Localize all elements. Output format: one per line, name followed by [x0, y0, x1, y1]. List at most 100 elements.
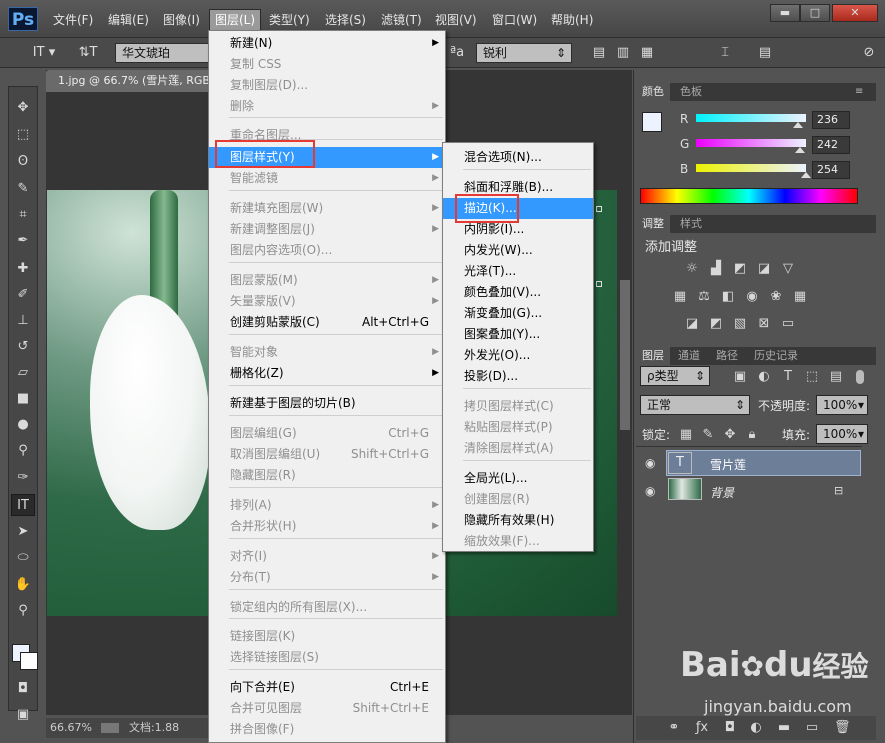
minimize-button[interactable]: ▬ [770, 4, 800, 22]
text-tool-preset-icon[interactable]: IT ▾ [24, 44, 64, 62]
history-brush-icon[interactable]: ↺ [11, 336, 35, 358]
brush-tool-icon[interactable]: ✐ [11, 284, 35, 306]
hand-tool-icon[interactable]: ✋ [11, 574, 35, 596]
r-value[interactable]: 236 [812, 111, 850, 129]
antialias-select[interactable]: 锐利 ⇕ [476, 43, 572, 63]
font-family-select[interactable]: 华文琥珀 [115, 43, 211, 63]
move-tool-icon[interactable]: ✥ [11, 97, 35, 119]
hue-saturation-icon[interactable]: ▦ [672, 290, 688, 304]
transform-handle[interactable] [596, 281, 602, 287]
visibility-eye-icon[interactable]: ◉ [645, 456, 655, 470]
r-slider-thumb[interactable] [792, 122, 803, 128]
layer-style-item[interactable]: 内发光(W)... [443, 240, 593, 261]
background-color[interactable] [20, 652, 38, 670]
curves-icon[interactable]: ◩ [732, 262, 748, 276]
eraser-tool-icon[interactable]: ▱ [11, 362, 35, 384]
gradient-map-icon[interactable]: ▭ [780, 317, 796, 331]
opacity-field[interactable]: 100% ▾ [816, 395, 868, 415]
layer-style-item[interactable]: 图案叠加(Y)... [443, 324, 593, 345]
tab-history[interactable]: 历史记录 [748, 347, 804, 365]
selective-color-icon[interactable]: ⊠ [756, 317, 772, 331]
channel-mixer-icon[interactable]: ❀ [768, 290, 784, 304]
menu-edit[interactable]: 编辑(E) [103, 10, 154, 30]
layer-style-item[interactable]: 全局光(L)... [443, 468, 593, 489]
blend-mode-select[interactable]: 正常 ⇕ [640, 395, 750, 415]
align-left-icon[interactable]: ▤ [588, 44, 610, 62]
stamp-tool-icon[interactable]: ⊥ [11, 310, 35, 332]
black-white-icon[interactable]: ◧ [720, 290, 736, 304]
color-fg-swatch[interactable] [642, 112, 662, 132]
layer-style-item[interactable]: 隐藏所有效果(H) [443, 510, 593, 531]
pen-tool-icon[interactable]: ✑ [11, 467, 35, 489]
lock-position-icon[interactable]: ✥ [722, 428, 738, 442]
healing-brush-icon[interactable]: ✚ [11, 258, 35, 280]
b-slider[interactable] [696, 164, 811, 178]
layer-menu-item[interactable]: 向下合并(E) Ctrl+E [209, 677, 445, 698]
tab-layers[interactable]: 图层 [636, 347, 670, 365]
layer-name[interactable]: 背景 [710, 484, 734, 501]
photo-filter-icon[interactable]: ◉ [744, 290, 760, 304]
tab-paths[interactable]: 路径 [710, 347, 744, 365]
fill-field[interactable]: 100% ▾ [816, 424, 868, 444]
close-button[interactable]: ✕ [832, 4, 878, 22]
threshold-icon[interactable]: ▧ [732, 317, 748, 331]
g-value[interactable]: 242 [812, 136, 850, 154]
status-preview-icon[interactable] [101, 723, 120, 733]
filter-smart-icon[interactable]: ▤ [828, 370, 844, 384]
type-tool-icon[interactable]: IT [11, 494, 35, 516]
layer-style-item[interactable]: 投影(D)... [443, 366, 593, 387]
text-orientation-icon[interactable]: ⇅T [76, 44, 100, 62]
align-right-icon[interactable]: ▦ [636, 44, 658, 62]
g-slider[interactable] [696, 139, 806, 153]
filter-pixel-icon[interactable]: ▣ [732, 370, 748, 384]
eyedropper-icon[interactable]: ✒ [11, 230, 35, 252]
align-center-icon[interactable]: ▥ [612, 44, 634, 62]
tab-channels[interactable]: 通道 [672, 347, 706, 365]
character-panel-icon[interactable]: ▤ [754, 44, 776, 62]
filter-adjust-icon[interactable]: ◐ [756, 370, 772, 384]
invert-icon[interactable]: ◪ [684, 317, 700, 331]
vibrance-icon[interactable]: ▽ [780, 262, 796, 276]
color-lookup-icon[interactable]: ▦ [792, 290, 808, 304]
layer-row-text[interactable] [666, 450, 861, 476]
zoom-level[interactable]: 66.67% [50, 721, 92, 734]
document-tab[interactable]: 1.jpg @ 66.7% (雪片莲, RGB [46, 70, 211, 92]
menu-help[interactable]: 帮助(H) [546, 10, 598, 30]
color-balance-icon[interactable]: ⚖ [696, 290, 712, 304]
layer-style-item[interactable]: 混合选项(N)... [443, 147, 593, 168]
g-slider-thumb[interactable] [795, 147, 806, 153]
cancel-icon[interactable]: ⊘ [858, 44, 880, 62]
layer-menu-item[interactable]: 新建(N) ▶ [209, 33, 445, 54]
panel-menu-icon[interactable]: ≡ [855, 86, 863, 97]
crop-tool-icon[interactable]: ⌗ [11, 204, 35, 226]
visibility-eye-icon[interactable]: ◉ [645, 484, 655, 498]
tab-color[interactable]: 颜色 [636, 83, 670, 101]
menu-select[interactable]: 选择(S) [320, 10, 371, 30]
brightness-icon[interactable]: ☼ [684, 262, 700, 276]
layer-menu-item[interactable]: 栅格化(Z) ▶ [209, 363, 445, 384]
lock-all-icon[interactable]: 🔒︎ [744, 428, 760, 442]
blur-tool-icon[interactable]: ● [11, 414, 35, 436]
dodge-tool-icon[interactable]: ⚲ [11, 440, 35, 462]
layer-style-item[interactable]: 外发光(O)... [443, 345, 593, 366]
lasso-tool-icon[interactable]: ʘ [11, 151, 35, 173]
screen-mode-icon[interactable]: ▣ [11, 704, 35, 726]
gradient-tool-icon[interactable]: ■ [11, 388, 35, 410]
zoom-tool-icon[interactable]: ⚲ [11, 600, 35, 622]
menu-file[interactable]: 文件(F) [48, 10, 98, 30]
layer-style-item[interactable]: 颜色叠加(V)... [443, 282, 593, 303]
transform-handle[interactable] [596, 206, 602, 212]
color-spectrum-bar[interactable] [640, 188, 858, 204]
filter-shape-icon[interactable]: ⬚ [804, 370, 820, 384]
b-slider-thumb[interactable] [800, 172, 811, 178]
menu-view[interactable]: 视图(V) [430, 10, 482, 30]
menu-window[interactable]: 窗口(W) [487, 10, 542, 30]
r-slider[interactable] [696, 114, 806, 128]
b-value[interactable]: 254 [812, 161, 850, 179]
layer-filter-select[interactable]: ρ类型 ⇕ [640, 366, 710, 386]
lock-transparency-icon[interactable]: ▦ [678, 428, 694, 442]
scrollbar[interactable] [620, 280, 630, 430]
marquee-tool-icon[interactable]: ⬚ [11, 124, 35, 146]
tab-styles[interactable]: 样式 [674, 215, 708, 233]
menu-layer[interactable]: 图层(L) [209, 9, 262, 31]
